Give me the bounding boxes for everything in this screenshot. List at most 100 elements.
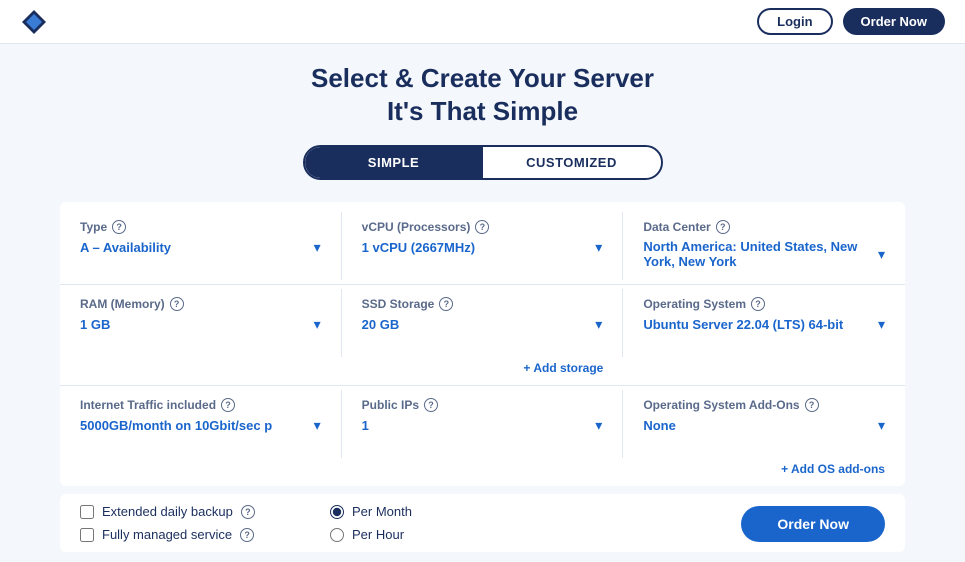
internet-value: 5000GB/month on 10Gbit/sec p — [80, 418, 308, 433]
public-ips-label-row: Public IPs ? — [362, 398, 603, 412]
datacenter-chevron-icon[interactable]: ▾ — [878, 246, 885, 263]
type-section: Type ? A – Availability ▾ — [60, 212, 342, 280]
datacenter-value: North America: United States, New York, … — [643, 239, 872, 269]
datacenter-help-icon[interactable]: ? — [716, 220, 730, 234]
os-value: Ubuntu Server 22.04 (LTS) 64-bit — [643, 317, 872, 332]
datacenter-select-row[interactable]: North America: United States, New York, … — [643, 239, 885, 269]
order-now-button[interactable]: Order Now — [741, 506, 885, 542]
internet-chevron-icon[interactable]: ▾ — [314, 417, 321, 434]
type-label: Type — [80, 220, 107, 234]
os-section: Operating System ? Ubuntu Server 22.04 (… — [623, 289, 905, 357]
vcpu-value: 1 vCPU (2667MHz) — [362, 240, 590, 255]
order-now-nav-button[interactable]: Order Now — [843, 8, 945, 35]
public-ips-section: Public IPs ? 1 ▾ — [342, 390, 624, 458]
ram-label-row: RAM (Memory) ? — [80, 297, 321, 311]
datacenter-label: Data Center — [643, 220, 710, 234]
per-hour-radio[interactable] — [330, 528, 344, 542]
os-addons-label: Operating System Add-Ons — [643, 398, 799, 412]
vcpu-help-icon[interactable]: ? — [475, 220, 489, 234]
ssd-label: SSD Storage — [362, 297, 435, 311]
os-help-icon[interactable]: ? — [751, 297, 765, 311]
vcpu-label: vCPU (Processors) — [362, 220, 471, 234]
managed-service-checkbox[interactable] — [80, 528, 94, 542]
type-chevron-icon[interactable]: ▾ — [314, 239, 321, 256]
login-button[interactable]: Login — [757, 8, 832, 35]
per-month-radio[interactable] — [330, 505, 344, 519]
order-btn-col: Order Now — [500, 504, 885, 542]
extended-backup-label: Extended daily backup — [102, 504, 233, 519]
os-addons-chevron-icon[interactable]: ▾ — [878, 417, 885, 434]
page-heading: Select & Create Your Server It's That Si… — [60, 62, 905, 127]
datacenter-section: Data Center ? North America: United Stat… — [623, 212, 905, 280]
customized-toggle-button[interactable]: CUSTOMIZED — [483, 147, 661, 178]
checkboxes-col: Extended daily backup ? Fully managed se… — [80, 504, 300, 542]
simple-toggle-button[interactable]: SIMPLE — [305, 147, 483, 178]
internet-label-row: Internet Traffic included ? — [80, 398, 321, 412]
os-label: Operating System — [643, 297, 746, 311]
vcpu-select-row[interactable]: 1 vCPU (2667MHz) ▾ — [362, 239, 603, 256]
internet-select-row[interactable]: 5000GB/month on 10Gbit/sec p ▾ — [80, 417, 321, 434]
per-hour-label: Per Hour — [352, 527, 404, 542]
extended-backup-help-icon[interactable]: ? — [241, 505, 255, 519]
internet-help-icon[interactable]: ? — [221, 398, 235, 412]
os-select-row[interactable]: Ubuntu Server 22.04 (LTS) 64-bit ▾ — [643, 316, 885, 333]
os-addons-value: None — [643, 418, 872, 433]
ram-label: RAM (Memory) — [80, 297, 165, 311]
public-ips-help-icon[interactable]: ? — [424, 398, 438, 412]
public-ips-label: Public IPs — [362, 398, 419, 412]
type-label-row: Type ? — [80, 220, 321, 234]
logo — [20, 8, 48, 36]
add-storage-row: + Add storage — [342, 357, 624, 381]
extended-backup-row: Extended daily backup ? — [80, 504, 300, 519]
logo-icon — [20, 8, 48, 36]
os-addons-select-row[interactable]: None ▾ — [643, 417, 885, 434]
ssd-select-row[interactable]: 20 GB ▾ — [362, 316, 603, 333]
spacer-1 — [60, 357, 342, 361]
datacenter-label-row: Data Center ? — [643, 220, 885, 234]
os-label-row: Operating System ? — [643, 297, 885, 311]
spacer-2 — [623, 357, 905, 361]
ram-help-icon[interactable]: ? — [170, 297, 184, 311]
ssd-section: SSD Storage ? 20 GB ▾ — [342, 289, 624, 357]
billing-radio-col: Per Month Per Hour — [300, 504, 500, 542]
toggle-wrapper: SIMPLE CUSTOMIZED — [303, 145, 663, 180]
type-value: A – Availability — [80, 240, 308, 255]
ssd-label-row: SSD Storage ? — [362, 297, 603, 311]
add-os-row: + Add OS add-ons — [623, 458, 905, 482]
main-content: Select & Create Your Server It's That Si… — [0, 44, 965, 562]
ssd-value: 20 GB — [362, 317, 590, 332]
spacer-3 — [60, 458, 623, 462]
extended-backup-checkbox[interactable] — [80, 505, 94, 519]
managed-service-help-icon[interactable]: ? — [240, 528, 254, 542]
divider-1 — [60, 284, 905, 285]
ram-value: 1 GB — [80, 317, 308, 332]
public-ips-select-row[interactable]: 1 ▾ — [362, 417, 603, 434]
type-select-row[interactable]: A – Availability ▾ — [80, 239, 321, 256]
add-os-addons-link[interactable]: + Add OS add-ons — [781, 462, 885, 476]
vcpu-chevron-icon[interactable]: ▾ — [595, 239, 602, 256]
ram-chevron-icon[interactable]: ▾ — [314, 316, 321, 333]
ram-section: RAM (Memory) ? 1 GB ▾ — [60, 289, 342, 357]
os-addons-help-icon[interactable]: ? — [805, 398, 819, 412]
internet-section: Internet Traffic included ? 5000GB/month… — [60, 390, 342, 458]
page-title-line2: It's That Simple — [387, 96, 578, 126]
per-hour-row: Per Hour — [330, 527, 500, 542]
public-ips-chevron-icon[interactable]: ▾ — [595, 417, 602, 434]
ram-select-row[interactable]: 1 GB ▾ — [80, 316, 321, 333]
vcpu-label-row: vCPU (Processors) ? — [362, 220, 603, 234]
top-nav: Login Order Now — [0, 0, 965, 44]
ssd-chevron-icon[interactable]: ▾ — [595, 316, 602, 333]
managed-service-label: Fully managed service — [102, 527, 232, 542]
toggle-container: SIMPLE CUSTOMIZED — [60, 145, 905, 180]
bottom-section: Extended daily backup ? Fully managed se… — [60, 494, 905, 552]
form-grid: Type ? A – Availability ▾ vCPU (Processo… — [60, 202, 905, 486]
add-storage-link[interactable]: + Add storage — [523, 361, 603, 375]
type-help-icon[interactable]: ? — [112, 220, 126, 234]
page-title-line1: Select & Create Your Server — [311, 63, 654, 93]
os-addons-label-row: Operating System Add-Ons ? — [643, 398, 885, 412]
os-chevron-icon[interactable]: ▾ — [878, 316, 885, 333]
divider-2 — [60, 385, 905, 386]
public-ips-value: 1 — [362, 418, 590, 433]
ssd-help-icon[interactable]: ? — [439, 297, 453, 311]
internet-label: Internet Traffic included — [80, 398, 216, 412]
